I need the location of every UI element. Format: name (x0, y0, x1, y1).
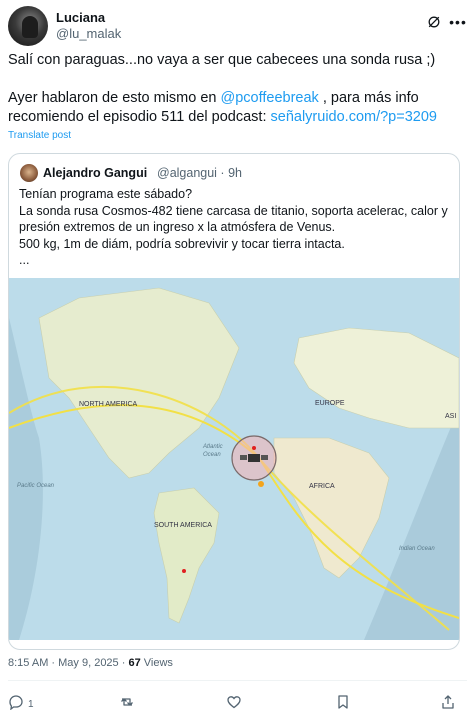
quoted-line: presión extremos de un ingreso x la atmó… (19, 220, 336, 234)
reply-button[interactable]: 1 (8, 694, 34, 714)
label-europe: EUROPE (315, 400, 345, 407)
label-asia: ASI (445, 413, 456, 420)
quoted-avatar[interactable] (20, 164, 38, 182)
quoted-line: Tenían programa este sábado? (19, 187, 193, 201)
bookmark-icon (335, 694, 351, 715)
podcast-link[interactable]: señalyruido.com/?p=3209 (271, 109, 437, 125)
post-line-3-text: recomiendo el episodio 511 del podcast: (8, 109, 271, 125)
location-marker (258, 481, 264, 487)
label-africa: AFRICA (309, 483, 335, 490)
label-atlantic-2: Ocean (203, 452, 221, 458)
repost-button[interactable] (119, 694, 135, 714)
mention-link[interactable]: @pcoffeebreak (221, 90, 319, 106)
post-line-3: recomiendo el episodio 511 del podcast: … (8, 108, 468, 127)
post-timestamp: 8:15 AM · May 9, 2025 · 67 Views (8, 657, 173, 669)
post-line-2-tail: , para más info (318, 90, 419, 106)
quoted-line: 500 kg, 1m de diám, podría sobrevivir y … (19, 236, 345, 251)
quoted-post[interactable]: Alejandro Gangui @algangui · 9h Tenían p… (8, 153, 460, 650)
post-text: Salí con paraguas...no vaya a ser que ca… (8, 51, 468, 127)
reentry-map[interactable]: NORTH AMERICA EUROPE ASI Atlantic Ocean … (9, 278, 459, 640)
post-line-2-text: Ayer hablaron de esto mismo en (8, 90, 221, 106)
label-pacific: Pacific Ocean (17, 483, 55, 489)
views-label: Views (140, 657, 173, 669)
quoted-meta: @algangui · 9h (157, 166, 242, 180)
avatar[interactable] (8, 6, 48, 46)
post-line-1: Salí con paraguas...no vaya a ser que ca… (8, 52, 436, 68)
quoted-line: La sonda rusa Cosmos-482 tiene carcasa d… (19, 203, 448, 218)
repost-icon (119, 694, 135, 715)
quoted-line: ... (19, 253, 30, 267)
divider (8, 680, 467, 681)
post-header: Luciana @lu_malak ••• (8, 6, 467, 46)
author-display-name[interactable]: Luciana (56, 10, 105, 25)
reply-count: 1 (28, 698, 34, 710)
grok-icon[interactable] (424, 12, 444, 32)
author-handle[interactable]: @lu_malak (56, 26, 121, 41)
share-button[interactable] (440, 694, 456, 714)
translate-post-link[interactable]: Translate post (8, 130, 71, 141)
share-icon (440, 694, 456, 715)
views-count: 67 (128, 657, 141, 669)
label-south-america: SOUTH AMERICA (154, 522, 212, 529)
label-atlantic-1: Atlantic (202, 444, 223, 450)
more-icon[interactable]: ••• (448, 12, 468, 32)
label-north-america: NORTH AMERICA (79, 401, 138, 408)
reply-icon (8, 694, 24, 715)
action-bar: 1 (8, 694, 467, 714)
label-indian: Indian Ocean (399, 546, 435, 552)
post-line-2: Ayer hablaron de esto mismo en @pcoffeeb… (8, 89, 468, 108)
post-time[interactable]: 8:15 AM · May 9, 2025 · (8, 657, 128, 669)
city-marker (182, 569, 186, 573)
like-button[interactable] (226, 694, 242, 714)
quoted-display-name[interactable]: Alejandro Gangui (43, 166, 147, 180)
quoted-text: Tenían programa este sábado? La sonda ru… (19, 186, 455, 269)
bookmark-button[interactable] (335, 694, 351, 714)
like-icon (226, 694, 242, 715)
